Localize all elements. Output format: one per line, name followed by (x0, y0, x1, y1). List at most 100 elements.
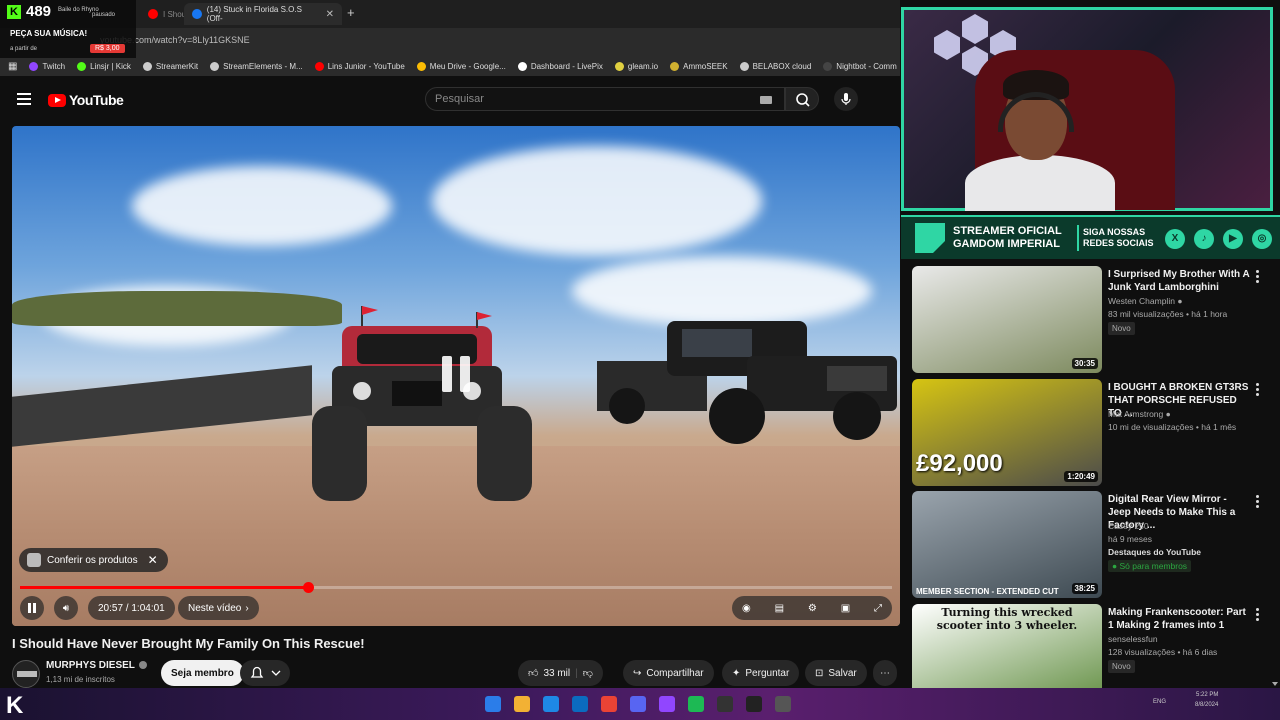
bookmark-favicon-icon (142, 61, 152, 71)
more-options-icon[interactable] (1256, 383, 1259, 398)
tray-lang[interactable]: ENG (1153, 699, 1166, 705)
product-chip[interactable]: Conferir os produtos ✕ (19, 548, 168, 572)
bookmark-item[interactable]: Meu Drive - Google... (416, 61, 506, 71)
tab-facebook[interactable]: (14) Stuck in Florida S.O.S (Off- ✕ (184, 3, 342, 25)
pause-button[interactable] (20, 596, 44, 620)
thumbnail-text: Turning this wrecked scooter into 3 whee… (936, 606, 1078, 632)
bookmark-item[interactable]: Nightbot - Comm (823, 61, 897, 71)
video-thumbnail[interactable]: 30:35 (912, 266, 1102, 373)
recommended-channel-name: senselessfun (1108, 634, 1158, 644)
recommended-video[interactable]: £92,000 1:20:49 I BOUGHT A BROKEN GT3RS TH… (912, 375, 1277, 486)
video-thumbnail[interactable]: MEMBER SECTION - EXTENDED CUT 38:25 (912, 491, 1102, 598)
more-options-icon[interactable] (1256, 608, 1259, 623)
cloud (432, 146, 762, 256)
taskbar-app-icon[interactable] (572, 696, 588, 712)
bookmark-item[interactable]: StreamElements - M... (210, 61, 303, 71)
search-placeholder: Pesquisar (435, 93, 484, 105)
bookmark-label: Dashboard - LivePix (530, 61, 603, 71)
chapter-button[interactable]: Neste vídeo › (178, 596, 259, 620)
recommended-channel[interactable]: senselessfun (1108, 634, 1158, 644)
ask-button[interactable]: ✦ Perguntar (722, 660, 800, 686)
recommended-channel[interactable]: Mat Armstrong ● (1108, 409, 1171, 419)
recommended-title[interactable]: Making Frankenscooter: Part 1 Making 2 f… (1108, 606, 1250, 632)
video-thumbnail[interactable]: £92,000 1:20:49 (912, 379, 1102, 486)
taskbar-app-icon[interactable] (543, 696, 559, 712)
voice-search-button[interactable] (834, 87, 858, 111)
bookmark-favicon-icon (29, 61, 39, 71)
fullscreen-icon[interactable]: ⤢ (874, 603, 882, 614)
miniplayer-icon[interactable]: ▣ (841, 603, 850, 614)
youtube-logo[interactable]: YouTube (48, 92, 124, 108)
recommended-video[interactable]: 30:35 I Surprised My Brother With A Junk … (912, 262, 1277, 373)
close-tab-icon[interactable]: ✕ (326, 9, 334, 20)
like-button[interactable]: 👍︎ 33 mil | 👎︎ (518, 660, 603, 686)
pause-overlay-icon[interactable] (442, 356, 472, 392)
tray-date[interactable]: 8/8/2024 (1195, 702, 1218, 708)
bookmark-item[interactable]: Linsjr | Kick (77, 61, 131, 71)
autoplay-toggle-icon[interactable]: ◉ (742, 603, 751, 614)
recommended-video[interactable]: Turning this wrecked scooter into 3 whee… (912, 600, 1277, 688)
bookmark-item[interactable]: AmmoSEEK (670, 61, 728, 71)
more-actions-button[interactable]: ⋯ (873, 660, 897, 686)
taskbar-app-icon[interactable] (659, 696, 675, 712)
tray-time[interactable]: 5:22 PM (1195, 692, 1218, 698)
channel-avatar[interactable] (12, 660, 40, 688)
bookmark-label: AmmoSEEK (683, 61, 728, 71)
save-button[interactable]: ⊡ Salvar (805, 660, 867, 686)
streamer-banner: STREAMER OFICIAL GAMDOM IMPERIAL SIGA NO… (901, 215, 1280, 259)
taskbar-app-icon[interactable] (717, 696, 733, 712)
apps-grid-icon[interactable]: ▦ (8, 61, 17, 72)
player-controls: 🔊︎ 20:57 / 1:04:01 Neste vídeo › ◉ ▤ ⚙ ▣… (12, 596, 900, 620)
volume-icon[interactable]: 🔊︎ (54, 596, 78, 620)
scrollbar[interactable] (1272, 262, 1278, 688)
menu-icon[interactable] (17, 93, 31, 108)
close-icon[interactable]: ✕ (148, 553, 158, 567)
subtitles-icon[interactable]: ▤ (775, 603, 784, 614)
search-input[interactable]: Pesquisar (425, 87, 785, 111)
recommended-title[interactable]: I Surprised My Brother With A Junk Yard … (1108, 268, 1250, 294)
bookmark-label: Linsjr | Kick (90, 61, 131, 71)
thumbs-down-icon[interactable]: 👎︎ (583, 667, 593, 679)
keyboard-icon[interactable] (760, 96, 772, 104)
more-options-icon[interactable] (1256, 270, 1259, 285)
progress-scrubber[interactable] (302, 582, 314, 593)
taskbar-app-icon[interactable] (775, 696, 791, 712)
progress-bar[interactable] (20, 582, 892, 593)
recommended-channel[interactable]: Casey 250 (1108, 521, 1149, 531)
bookmark-item[interactable]: Twitch (29, 61, 65, 71)
taskbar-app-icon[interactable] (630, 696, 646, 712)
bookmark-item[interactable]: Lins Junior - YouTube (314, 61, 405, 71)
bookmark-label: gleam.io (627, 61, 659, 71)
taskbar-app-icon[interactable] (746, 696, 762, 712)
taskbar-app-icon[interactable] (688, 696, 704, 712)
recommended-channel[interactable]: Westen Champlin ● (1108, 296, 1182, 306)
bookmark-item[interactable]: Dashboard - LivePix (517, 61, 603, 71)
search-button[interactable] (785, 87, 819, 111)
subscribed-bell-button[interactable] (240, 660, 290, 686)
save-label: Salvar (828, 667, 857, 679)
microphone-icon (841, 93, 851, 105)
video-thumbnail[interactable]: Turning this wrecked scooter into 3 whee… (912, 604, 1102, 688)
join-button[interactable]: Seja membro (161, 660, 244, 686)
cloud (132, 166, 392, 246)
taskbar-app-icon[interactable] (485, 696, 501, 712)
more-options-icon[interactable] (1256, 495, 1259, 510)
bookmark-label: Lins Junior - YouTube (327, 61, 405, 71)
bookmark-item[interactable]: BELABOX cloud (739, 61, 811, 71)
taskbar-app-icon[interactable] (601, 696, 617, 712)
logo-text: YouTube (69, 92, 124, 108)
song-request-label: PEÇA SUA MÚSICA! (10, 29, 88, 38)
channel-name[interactable]: MURPHYS DIESEL (46, 660, 147, 671)
bookmark-favicon-icon (314, 61, 324, 71)
bookmark-item[interactable]: StreamerKit (142, 61, 198, 71)
kick-taskbar-logo-icon: K (6, 692, 24, 719)
bookmark-favicon-icon (416, 61, 426, 71)
bookmark-item[interactable]: gleam.io (614, 61, 659, 71)
share-button[interactable]: ↪ Compartilhar (623, 660, 714, 686)
new-tab-button[interactable]: + (347, 5, 355, 20)
taskbar-app-icon[interactable] (514, 696, 530, 712)
settings-icon[interactable]: ⚙ (808, 603, 817, 614)
recommended-meta: 128 visualizações • há 6 dias (1108, 647, 1218, 657)
recommended-video[interactable]: MEMBER SECTION - EXTENDED CUT 38:25 Digita… (912, 487, 1277, 598)
video-player[interactable]: Conferir os produtos ✕ 🔊︎ 20:57 / 1:04:0… (12, 126, 900, 626)
